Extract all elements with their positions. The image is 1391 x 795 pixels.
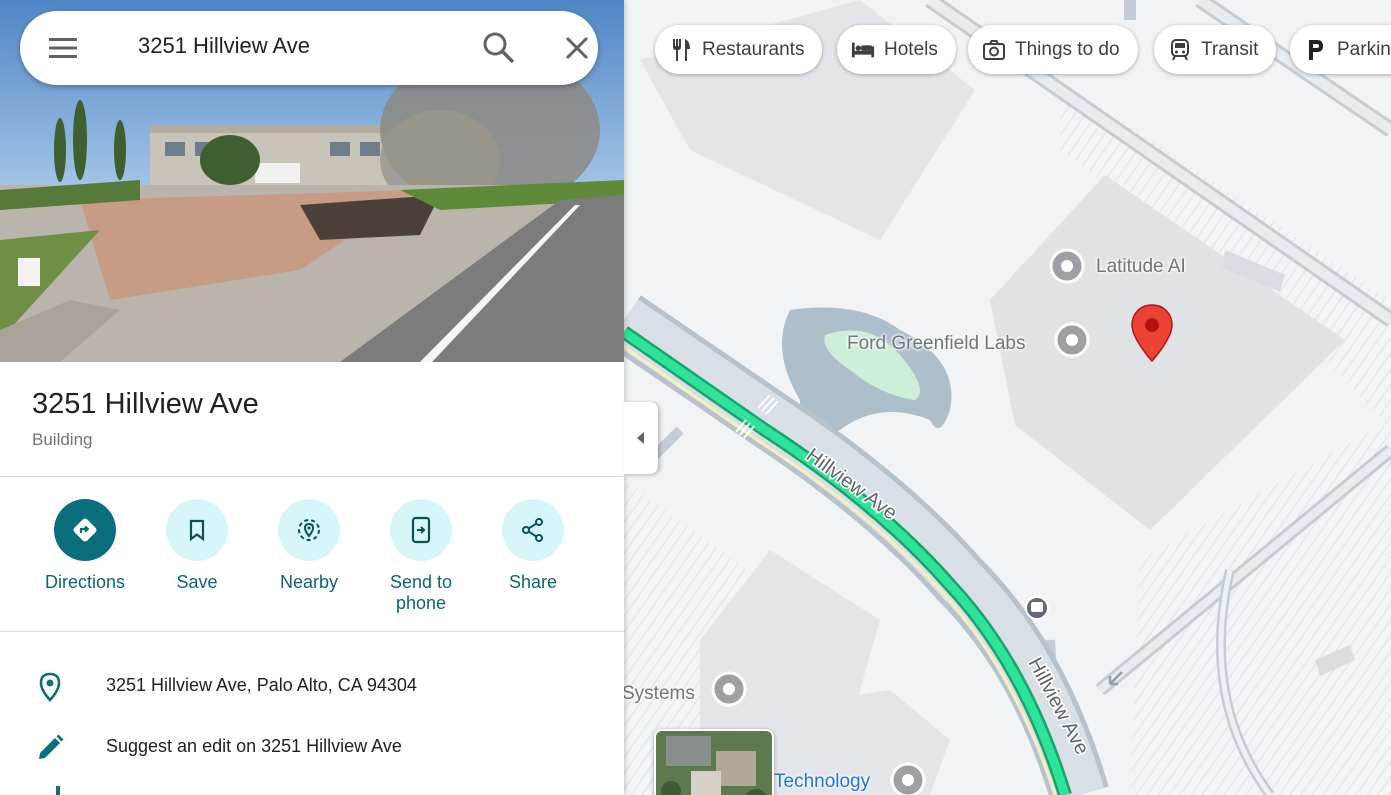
save-button[interactable]: Save	[142, 499, 252, 593]
poi-pin-icon[interactable]	[889, 762, 927, 795]
camera-icon	[982, 38, 1006, 62]
poi-label-latitude-ai[interactable]: Latitude AI	[1096, 256, 1186, 278]
chip-label: Parking	[1337, 38, 1391, 60]
fork-knife-icon	[669, 38, 693, 62]
chip-hotels[interactable]: Hotels	[837, 25, 956, 74]
parking-icon	[1304, 38, 1328, 62]
menu-icon[interactable]	[48, 35, 78, 61]
send-to-phone-label: Send to phone	[389, 572, 453, 613]
divider	[0, 631, 624, 632]
save-label: Save	[176, 572, 218, 592]
location-marker-icon[interactable]	[1130, 303, 1174, 363]
suggest-edit-text: Suggest an edit on 3251 Hillview Ave	[106, 736, 402, 756]
address-row[interactable]: 3251 Hillview Ave, Palo Alto, CA 94304	[0, 661, 624, 711]
satellite-preview-image	[656, 731, 772, 795]
chip-label: Hotels	[884, 38, 938, 60]
nearby-button[interactable]: Nearby	[254, 499, 364, 593]
search-input[interactable]: 3251 Hillview Ave	[138, 33, 310, 59]
share-button[interactable]: Share	[478, 499, 588, 593]
divider	[0, 476, 624, 477]
bed-icon	[851, 38, 875, 62]
poi-label-systems[interactable]: Systems	[622, 683, 695, 705]
address-text: 3251 Hillview Ave, Palo Alto, CA 94304	[106, 675, 417, 695]
suggest-edit-row[interactable]: Suggest an edit on 3251 Hillview Ave	[0, 722, 624, 772]
close-icon[interactable]	[560, 29, 594, 67]
directions-label: Directions	[44, 572, 126, 592]
partial-row-icon	[56, 786, 60, 795]
search-box[interactable]: 3251 Hillview Ave	[20, 11, 598, 85]
share-label: Share	[508, 572, 558, 592]
poi-pin-icon[interactable]	[1053, 322, 1091, 360]
poi-label-technology[interactable]: Technology	[774, 771, 870, 793]
poi-pin-icon[interactable]	[1048, 248, 1086, 286]
directions-icon	[54, 499, 116, 561]
poi-pin-icon[interactable]	[710, 671, 748, 709]
place-type: Building	[32, 430, 93, 449]
share-icon	[502, 499, 564, 561]
bookmark-icon	[166, 499, 228, 561]
chip-label: Restaurants	[702, 38, 805, 60]
collapse-panel-button[interactable]	[624, 402, 658, 474]
nearby-icon	[278, 499, 340, 561]
send-to-phone-button[interactable]: Send to phone	[366, 499, 476, 614]
place-header: 3251 Hillview Ave Building	[32, 388, 259, 450]
location-pin-icon	[39, 672, 61, 702]
nearby-label: Nearby	[279, 572, 339, 592]
pencil-icon	[39, 734, 64, 759]
train-icon	[1168, 38, 1192, 62]
chip-parking[interactable]: Parking	[1290, 25, 1391, 74]
poi-label-ford-greenfield-labs[interactable]: Ford Greenfield Labs	[847, 333, 1026, 355]
send-to-phone-icon	[390, 499, 452, 561]
chip-label: Things to do	[1015, 38, 1120, 60]
chip-label: Transit	[1201, 38, 1259, 60]
place-title: 3251 Hillview Ave	[32, 388, 259, 420]
chip-things-to-do[interactable]: Things to do	[968, 25, 1138, 74]
place-panel: 3251 Hillview Ave 3251 Hillview Ave Buil…	[0, 0, 624, 795]
layers-thumbnail[interactable]	[654, 729, 774, 795]
directions-button[interactable]: Directions	[30, 499, 140, 593]
search-icon[interactable]	[480, 29, 518, 67]
chevron-left-icon	[637, 432, 644, 444]
chip-restaurants[interactable]: Restaurants	[655, 25, 823, 74]
chip-transit[interactable]: Transit	[1154, 25, 1277, 74]
